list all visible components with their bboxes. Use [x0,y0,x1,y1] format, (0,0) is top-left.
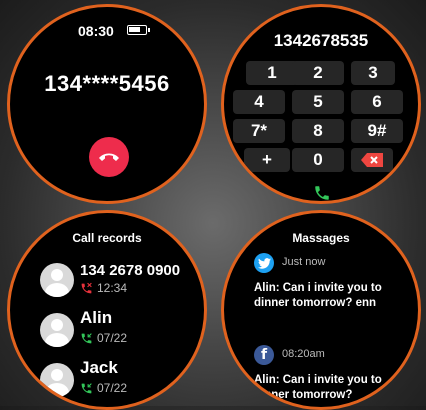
message-time: 08:20am [282,348,325,360]
record-time: 12:34 [97,281,128,295]
facebook-icon: f [254,345,274,365]
phone-icon [315,186,329,200]
battery-icon [127,25,150,35]
key-6[interactable]: 6 [351,90,403,114]
backspace-icon [361,153,383,167]
record-time: 07/22 [97,331,128,345]
key-1[interactable]: 1 [246,61,298,85]
record-meta: 07/22 [80,381,127,395]
record-name: Jack [80,358,118,377]
incoming-call-icon [81,332,92,343]
watch-messages-screen: Massages Just now Alin: Can i invite you… [221,210,421,410]
key-3[interactable]: 3 [351,61,395,85]
panel-title: Massages [292,231,350,245]
message-text: Alin: Can i invite you to dinner tomorro… [254,282,382,309]
missed-call-icon [81,282,92,293]
call-button[interactable] [309,183,335,201]
key-9[interactable]: 9# [351,119,403,143]
key-4[interactable]: 4 [233,90,285,114]
record-meta: 07/22 [80,331,127,345]
avatar [40,263,74,297]
record-time: 07/22 [97,381,128,395]
avatar [40,363,74,397]
key-2[interactable]: 2 [292,61,344,85]
message-text: Alin: Can i invite you to dinner tomorro… [254,374,382,401]
watch-incall-screen: 08:30 134****5456 [7,4,207,204]
hang-up-button[interactable] [89,137,129,177]
phone-hangup-icon [99,153,119,161]
message-time: Just now [282,256,326,268]
record-name: 134 2678 0900 [80,262,181,279]
key-8[interactable]: 8 [292,119,344,143]
key-7[interactable]: 7* [233,119,285,143]
key-0[interactable]: 0 [292,148,344,172]
panel-title: Call records [72,231,142,245]
caller-number: 134****5456 [44,71,170,96]
status-time: 08:30 [78,23,114,39]
delete-key[interactable] [351,148,393,172]
watch-dialer-screen: 1342678535 1 2 3 4 5 6 7* 8 9# + 0 [221,4,421,204]
incoming-call-icon [81,382,92,393]
key-plus[interactable]: + [244,148,290,172]
avatar [40,313,74,347]
twitter-icon [254,253,274,273]
key-5[interactable]: 5 [292,90,344,114]
record-name: Alin [80,308,113,327]
watch-call-records-screen: Call records 134 2678 0900 12:34 Alin 07… [7,210,207,410]
record-meta: 12:34 [80,281,127,295]
dialed-number: 1342678535 [273,31,369,50]
